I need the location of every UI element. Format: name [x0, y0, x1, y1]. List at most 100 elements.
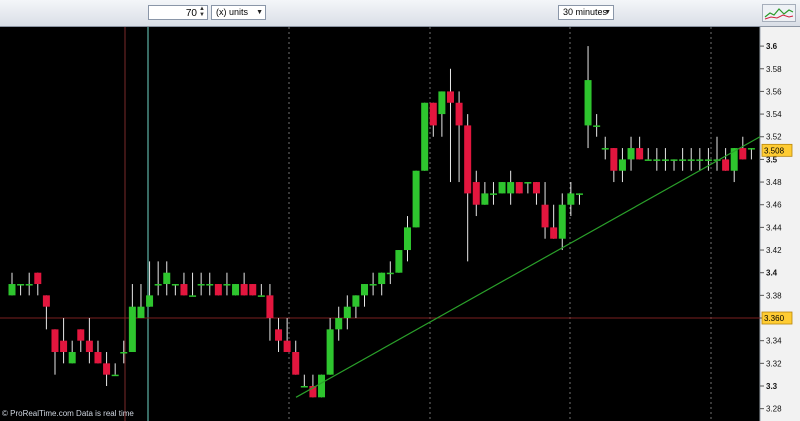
spin-arrows-icon[interactable]: ▲ ▼ [198, 6, 206, 19]
candle-body [687, 159, 695, 161]
y-tick-label: 3.54 [766, 110, 782, 119]
candle-body [446, 91, 454, 103]
candle-body [679, 159, 687, 161]
y-tick-label: 3.5 [766, 155, 778, 164]
candle-body [550, 227, 558, 239]
candle-body [610, 148, 618, 171]
candle-body [120, 352, 128, 354]
candle-body [171, 284, 179, 286]
candle-body [532, 182, 540, 194]
candle-body [103, 363, 111, 375]
candle-body [361, 284, 369, 296]
candle-body [567, 193, 575, 205]
candle-body [206, 284, 214, 286]
candle-body [318, 374, 326, 398]
candle-body [386, 272, 394, 275]
candle-body [163, 272, 171, 285]
candle-body [601, 148, 609, 150]
candle-body [489, 193, 497, 195]
y-tick-label: 3.38 [766, 291, 782, 300]
candle-body [154, 284, 162, 286]
candle-body [266, 295, 274, 319]
units-value: 70 [185, 8, 197, 19]
candle-body [137, 306, 145, 319]
y-tick-label: 3.32 [766, 359, 782, 368]
candle-body [429, 102, 437, 126]
candle-body [240, 284, 248, 296]
timeframe-label: 30 minutes [563, 7, 608, 17]
candle-body [747, 148, 755, 150]
candle-body [189, 295, 197, 297]
candle-body [197, 284, 205, 286]
candle-body [636, 148, 644, 160]
candle-body [283, 340, 291, 353]
y-tick-label: 3.58 [766, 65, 782, 74]
candle-body [498, 182, 506, 194]
candle-body [438, 91, 446, 115]
level-price-label: 3.360 [764, 314, 785, 323]
candle-body [335, 318, 343, 330]
candle-body [68, 352, 76, 364]
candle-body [558, 204, 566, 239]
candle-body [739, 148, 747, 160]
units-spinbox[interactable]: 70 ▲ ▼ [148, 5, 208, 20]
candle-body [412, 170, 420, 228]
candle-body [704, 159, 712, 161]
candle-body [8, 284, 16, 296]
candle-body [584, 80, 592, 126]
candle-body [618, 159, 626, 171]
candle-body [60, 340, 68, 353]
candle-body [292, 352, 300, 375]
chart-toolbar: 70 ▲ ▼ (x) units ▼ 30 minutes ▼ [0, 0, 800, 27]
candle-body [249, 284, 257, 296]
y-tick-label: 3.3 [766, 382, 778, 391]
candle-body [627, 148, 635, 160]
last-price-label: 3.508 [764, 146, 785, 155]
candle-body [25, 284, 33, 286]
candle-body [455, 102, 463, 126]
y-tick-label: 3.4 [766, 269, 778, 278]
candle-body [421, 102, 429, 171]
candle-body [481, 193, 489, 205]
candle-body [515, 182, 523, 194]
y-tick-label: 3.52 [766, 133, 782, 142]
y-tick-label: 3.6 [766, 42, 778, 51]
candle-body [232, 284, 240, 296]
candle-body [17, 284, 25, 286]
chevron-down-icon: ▼ [256, 9, 263, 16]
timeframe-dropdown[interactable]: 30 minutes ▼ [558, 5, 614, 20]
candle-body [395, 250, 403, 273]
units-dropdown[interactable]: (x) units ▼ [211, 5, 266, 20]
candle-body [352, 295, 360, 307]
candle-body [223, 284, 231, 286]
y-tick-label: 3.34 [766, 337, 782, 346]
candle-body [275, 329, 283, 341]
y-tick-label: 3.46 [766, 201, 782, 210]
candle-body [111, 374, 119, 377]
y-tick-label: 3.42 [766, 246, 782, 255]
candle-body [343, 306, 351, 319]
candle-body [541, 204, 549, 228]
candle-body [644, 159, 652, 161]
y-tick-label: 3.48 [766, 178, 782, 187]
candle-body [146, 295, 154, 307]
candle-body [34, 272, 42, 285]
candle-body [369, 284, 377, 286]
chart-thumbnail-icon[interactable] [762, 4, 796, 22]
candle-body [94, 352, 102, 364]
candle-body [85, 340, 93, 353]
candle-body [378, 272, 386, 285]
candle-body [42, 295, 50, 307]
candle-body [507, 182, 515, 194]
candle-body [593, 125, 601, 127]
candle-body [51, 329, 59, 353]
candle-body [575, 193, 583, 195]
price-chart[interactable]: 3.283.33.323.343.363.383.43.423.443.463.… [0, 27, 800, 421]
candle-body [214, 284, 222, 296]
candle-body [670, 159, 678, 161]
y-tick-label: 3.28 [766, 405, 782, 414]
candle-body [524, 182, 532, 184]
candle-body [472, 182, 480, 205]
candle-body [661, 159, 669, 161]
footer-credit: © ProRealTime.com Data is real time [2, 409, 134, 418]
